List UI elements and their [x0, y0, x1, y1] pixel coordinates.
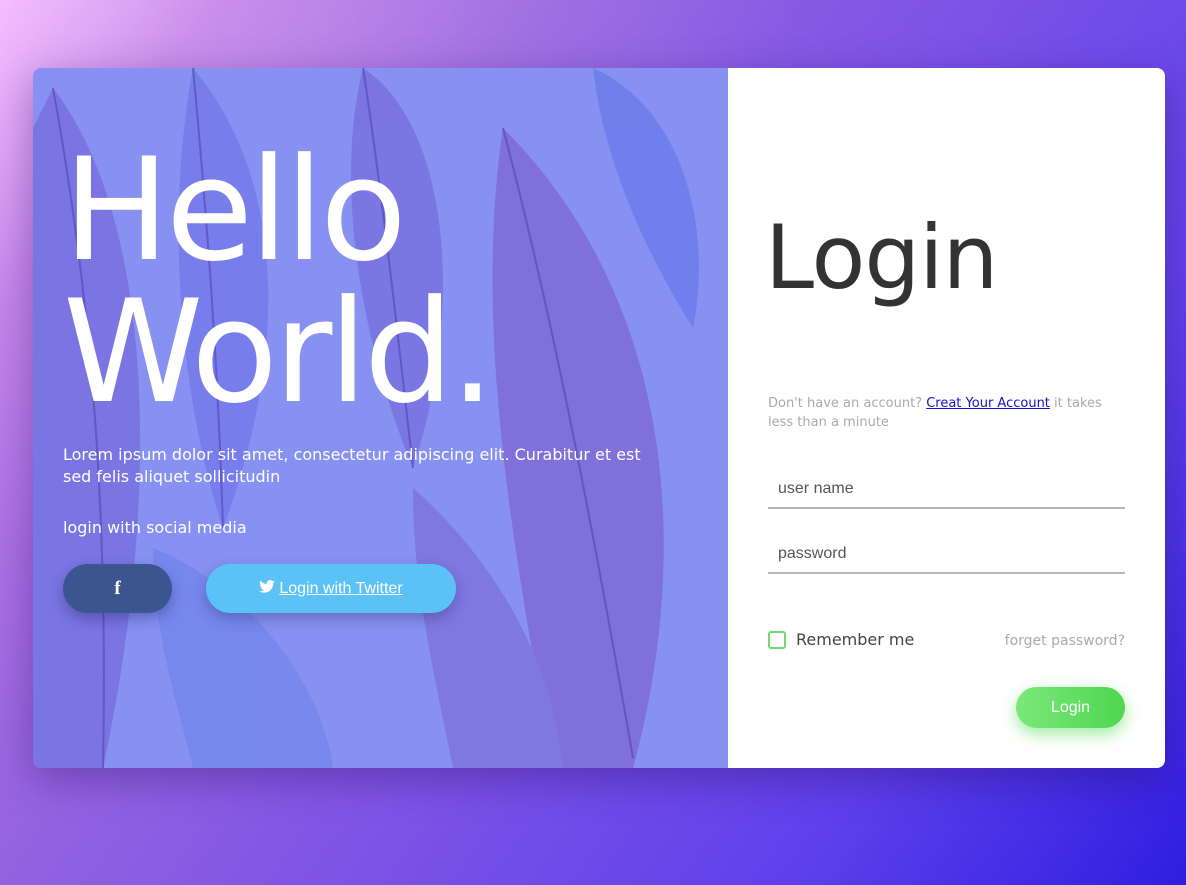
facebook-login-button[interactable]: f: [63, 564, 172, 613]
remember-me[interactable]: Remember me: [768, 630, 914, 649]
hero-heading-line2: World.: [63, 270, 495, 435]
hero-description: Lorem ipsum dolor sit amet, consectetur …: [63, 445, 641, 486]
remember-me-checkbox[interactable]: [768, 630, 786, 649]
twitter-login-label: Login with Twitter: [279, 579, 403, 597]
twitter-icon: [259, 579, 276, 598]
create-account-link[interactable]: Creat Your Account: [926, 396, 1050, 411]
twitter-login-button[interactable]: Login with Twitter: [206, 564, 456, 613]
signup-note: Don't have an account? Creat Your Accoun…: [768, 394, 1108, 432]
forget-password-link[interactable]: forget password?: [1005, 633, 1125, 649]
hero-heading: Hello World.: [63, 140, 698, 424]
login-title: Login: [765, 206, 998, 309]
facebook-icon: f: [114, 577, 121, 599]
login-submit-button[interactable]: Login: [1016, 687, 1125, 728]
hero-content: Hello World. Lorem ipsum dolor sit amet,…: [63, 140, 698, 538]
remember-me-label: Remember me: [796, 630, 915, 649]
signup-prefix: Don't have an account?: [768, 396, 927, 411]
social-buttons: f Login with Twitter: [63, 564, 456, 613]
hero-heading-line1: Hello: [63, 128, 407, 293]
social-login-label: login with social media: [63, 518, 247, 537]
username-input[interactable]: [768, 471, 1125, 509]
password-input[interactable]: [768, 536, 1125, 574]
login-panel: Login Don't have an account? Creat Your …: [728, 68, 1165, 768]
login-card: Hello World. Lorem ipsum dolor sit amet,…: [33, 68, 1165, 768]
hero-panel: Hello World. Lorem ipsum dolor sit amet,…: [33, 68, 728, 768]
